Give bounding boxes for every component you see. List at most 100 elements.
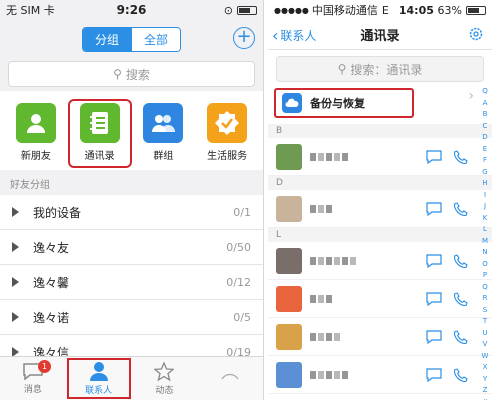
contact-actions <box>426 253 468 268</box>
add-button[interactable]: + <box>233 27 255 49</box>
phone-icon[interactable] <box>454 149 468 164</box>
status-time: 9:26 <box>116 3 147 17</box>
arc-icon <box>221 373 239 379</box>
section-letter: L <box>268 228 492 242</box>
grid-item-address-book[interactable]: 通讯录 <box>67 99 132 168</box>
section-label: 好友分组 <box>10 180 50 191</box>
search-placeholder: 搜索：通讯录 <box>350 62 423 77</box>
backup-restore-button[interactable]: 备份与恢复 <box>274 88 414 118</box>
group-row[interactable]: 我的设备 0/1 <box>0 195 263 230</box>
index-letter[interactable]: D <box>482 132 487 144</box>
contact-actions <box>426 329 468 344</box>
phone-icon[interactable] <box>454 201 468 216</box>
phone-icon[interactable] <box>454 253 468 268</box>
index-letter[interactable]: W <box>482 351 489 363</box>
phone-icon[interactable] <box>454 291 468 306</box>
message-icon[interactable] <box>426 291 442 306</box>
message-icon[interactable] <box>426 201 442 216</box>
index-letter[interactable]: X <box>483 362 488 374</box>
contact-row[interactable] <box>268 280 492 318</box>
signal-dots-icon: ●●●●● <box>274 5 309 15</box>
index-letter[interactable]: F <box>483 155 487 167</box>
group-row[interactable]: 逸々友 0/50 <box>0 230 263 265</box>
battery-percent: 63% <box>437 3 462 17</box>
back-button[interactable]: ‹ 联系人 <box>272 27 316 44</box>
network-type: E <box>381 3 389 17</box>
chevron-left-icon: ‹ <box>272 25 279 45</box>
grid-label: 新朋友 <box>20 151 51 162</box>
address-book-icon <box>79 103 120 143</box>
index-letter[interactable]: Y <box>483 374 487 386</box>
index-letter[interactable]: M <box>482 236 488 248</box>
index-letter[interactable]: Q <box>482 86 488 98</box>
grid-item-life-services[interactable]: 生活服务 <box>199 103 255 164</box>
contact-row[interactable] <box>268 138 492 176</box>
index-letter[interactable]: N <box>482 247 487 259</box>
contact-row[interactable] <box>268 356 492 394</box>
group-count: 0/1 <box>233 205 251 219</box>
message-icon[interactable] <box>426 253 442 268</box>
group-name: 我的设备 <box>33 205 82 220</box>
battery-icon <box>466 5 486 15</box>
tab-more[interactable] <box>197 357 263 400</box>
index-letter[interactable]: B <box>483 109 488 121</box>
function-grid: 新朋友 通讯录 群组 生活服务 <box>0 91 263 170</box>
avatar <box>276 361 302 388</box>
message-icon[interactable] <box>426 329 442 344</box>
group-row[interactable]: 逸々馨 0/12 <box>0 265 263 300</box>
index-letter[interactable]: T <box>483 316 487 328</box>
segment-all[interactable]: 全部 <box>131 27 181 51</box>
phone-icon[interactable] <box>454 367 468 382</box>
index-letter[interactable]: P <box>483 270 487 282</box>
plus-icon: + <box>236 26 252 47</box>
index-letter[interactable]: E <box>483 144 487 156</box>
index-letter[interactable]: I <box>484 190 486 202</box>
chevron-right-icon: › <box>468 88 474 104</box>
search-icon: ⚲ <box>337 62 347 76</box>
index-letter[interactable]: R <box>483 293 488 305</box>
search-input[interactable]: ⚲ 搜索：通讯录 <box>276 56 484 82</box>
message-icon[interactable] <box>426 149 442 164</box>
tab-feed[interactable]: 动态 <box>132 357 198 400</box>
index-letter[interactable]: L <box>483 224 487 236</box>
grid-item-groups[interactable]: 群组 <box>135 103 191 164</box>
redacted-name <box>310 370 348 379</box>
expand-arrow-icon <box>12 277 19 287</box>
index-letter[interactable]: K <box>483 213 488 225</box>
index-letter[interactable]: G <box>482 167 487 179</box>
index-letter[interactable]: H <box>482 178 487 190</box>
segment-groups[interactable]: 分组 <box>82 27 131 51</box>
index-letter[interactable]: U <box>482 328 487 340</box>
grid-label: 通讯录 <box>84 151 115 162</box>
grid-label: 群组 <box>153 151 174 162</box>
contact-row[interactable] <box>268 242 492 280</box>
index-letter[interactable]: S <box>483 305 487 317</box>
index-letter[interactable]: A <box>483 98 488 110</box>
contact-actions <box>426 149 468 164</box>
index-letter[interactable]: C <box>483 121 488 133</box>
index-letter[interactable]: # <box>482 397 488 400</box>
index-letter[interactable]: Q <box>482 282 488 294</box>
index-letter[interactable]: V <box>483 339 488 351</box>
alphabet-index[interactable]: QABCDEFGHIJKLMNOPQRSTUVWXYZ# <box>480 86 490 400</box>
tab-bar: 1 消息 联系人 动态 <box>0 356 263 400</box>
contact-row[interactable] <box>268 318 492 356</box>
group-row[interactable]: 逸々诺 0/5 <box>0 300 263 335</box>
message-icon[interactable] <box>426 367 442 382</box>
settings-button[interactable] <box>468 26 484 46</box>
tab-messages[interactable]: 1 消息 <box>0 357 66 400</box>
star-icon <box>154 361 175 381</box>
index-letter[interactable]: Z <box>483 385 488 397</box>
grid-item-new-friends[interactable]: 新朋友 <box>8 103 64 164</box>
nav-bar: ‹ 联系人 通讯录 <box>268 20 492 50</box>
tab-contacts[interactable]: 联系人 <box>66 357 132 400</box>
search-input[interactable]: ⚲ 搜索 <box>8 61 255 87</box>
contact-row[interactable] <box>268 190 492 228</box>
group-count: 0/12 <box>226 275 251 289</box>
person-icon <box>15 103 56 143</box>
group-name: 逸々馨 <box>33 275 70 290</box>
status-time: 14:05 <box>398 3 434 17</box>
index-letter[interactable]: O <box>482 259 488 271</box>
phone-icon[interactable] <box>454 329 468 344</box>
index-letter[interactable]: J <box>484 201 486 213</box>
